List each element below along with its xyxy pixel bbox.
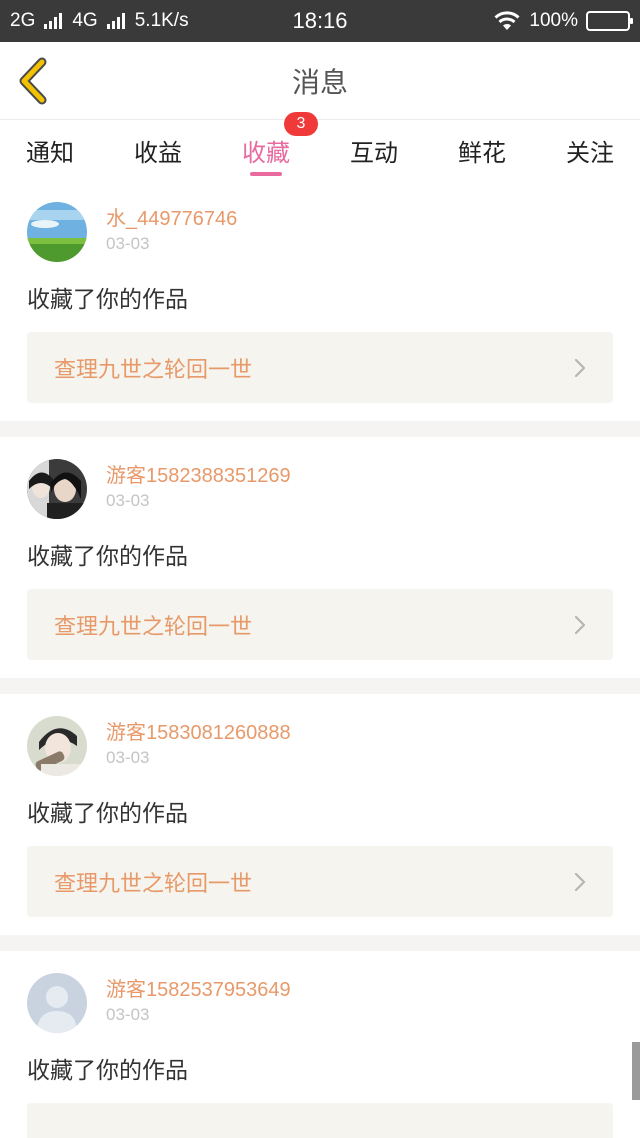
tab-favorites[interactable]: 收藏 3 — [242, 112, 318, 180]
battery-icon — [586, 11, 633, 31]
wifi-icon — [494, 11, 520, 30]
list-item: 游客1582388351269 03-03 收藏了你的作品 查理九世之轮回一世 — [0, 437, 640, 678]
tab-label: 互动 — [350, 138, 398, 167]
default-user-icon — [27, 973, 87, 1033]
username[interactable]: 游客1583081260888 — [106, 720, 291, 746]
message-date: 03-03 — [106, 1005, 150, 1024]
username[interactable]: 游客1582537953649 — [106, 977, 291, 1003]
message-date: 03-03 — [106, 491, 150, 510]
network-type-2: 4G — [72, 10, 98, 31]
work-link[interactable] — [27, 1103, 613, 1138]
user-row: 游客1582537953649 03-03 — [27, 973, 613, 1033]
chevron-right-icon — [574, 872, 586, 891]
chevron-right-icon — [574, 358, 586, 377]
status-bar: 2G 4G 5.1K/s 18:16 100% — [0, 0, 640, 42]
chevron-right-icon — [574, 615, 586, 634]
signal-icon — [44, 13, 63, 29]
tab-flowers[interactable]: 鲜花 — [458, 120, 506, 180]
list-item: 游客1582537953649 03-03 收藏了你的作品 — [0, 951, 640, 1138]
avatar[interactable] — [27, 202, 87, 262]
landscape-avatar-image — [27, 202, 87, 262]
user-info: 游客1583081260888 03-03 — [106, 716, 291, 768]
tab-label: 收益 — [134, 138, 182, 167]
work-title: 查理九世之轮回一世 — [54, 614, 253, 640]
avatar[interactable] — [27, 459, 87, 519]
page-title: 消息 — [291, 65, 348, 99]
scrollbar[interactable] — [632, 1042, 640, 1100]
work-link[interactable]: 查理九世之轮回一世 — [27, 332, 613, 403]
tab-label: 鲜花 — [458, 138, 506, 167]
work-title: 查理九世之轮回一世 — [54, 357, 253, 383]
user-info: 游客1582537953649 03-03 — [106, 973, 291, 1025]
avatar[interactable] — [27, 716, 87, 776]
user-row: 游客1583081260888 03-03 — [27, 716, 613, 776]
action-text: 收藏了你的作品 — [27, 801, 188, 827]
user-info: 游客1582388351269 03-03 — [106, 459, 291, 511]
divider — [0, 935, 640, 951]
action-text: 收藏了你的作品 — [27, 287, 188, 313]
list-item: 水_449776746 03-03 收藏了你的作品 查理九世之轮回一世 — [0, 180, 640, 421]
work-title: 查理九世之轮回一世 — [54, 871, 253, 897]
user-row: 水_449776746 03-03 — [27, 202, 613, 262]
back-button[interactable] — [14, 56, 54, 106]
message-date: 03-03 — [106, 234, 150, 253]
network-type-1: 2G — [10, 10, 36, 31]
user-info: 水_449776746 03-03 — [106, 202, 237, 254]
action-text: 收藏了你的作品 — [27, 1058, 188, 1084]
status-right: 100% — [493, 10, 633, 32]
username[interactable]: 水_449776746 — [106, 206, 237, 232]
light-portrait-avatar-image — [27, 716, 87, 776]
divider — [0, 678, 640, 694]
nav-bar: 消息 — [0, 42, 640, 120]
list-item: 游客1583081260888 03-03 收藏了你的作品 查理九世之轮回一世 — [0, 694, 640, 935]
tab-bar: 通知 收益 收藏 3 互动 鲜花 关注 — [0, 112, 640, 180]
work-link[interactable]: 查理九世之轮回一世 — [27, 846, 613, 917]
signal-icon — [106, 13, 125, 29]
dark-portrait-avatar-image — [27, 459, 87, 519]
tab-follows[interactable]: 关注 — [566, 120, 614, 180]
tab-interactions[interactable]: 互动 — [350, 120, 398, 180]
battery-percent: 100% — [529, 10, 578, 31]
message-list: 水_449776746 03-03 收藏了你的作品 查理九世之轮回一世 游客15… — [0, 180, 640, 1138]
message-date: 03-03 — [106, 748, 150, 767]
avatar[interactable] — [27, 973, 87, 1033]
username[interactable]: 游客1582388351269 — [106, 463, 291, 489]
network-speed: 5.1K/s — [134, 10, 189, 31]
tab-notifications[interactable]: 通知 — [26, 120, 74, 180]
tab-earnings[interactable]: 收益 — [134, 120, 182, 180]
tab-label: 关注 — [566, 138, 614, 167]
unread-badge: 3 — [284, 112, 318, 136]
user-row: 游客1582388351269 03-03 — [27, 459, 613, 519]
divider — [0, 421, 640, 437]
work-link[interactable]: 查理九世之轮回一世 — [27, 589, 613, 660]
action-text: 收藏了你的作品 — [27, 544, 188, 570]
status-left: 2G 4G 5.1K/s — [10, 10, 189, 32]
chevron-left-icon — [19, 57, 47, 105]
tab-label: 收藏 — [242, 138, 290, 167]
tab-label: 通知 — [26, 138, 74, 167]
